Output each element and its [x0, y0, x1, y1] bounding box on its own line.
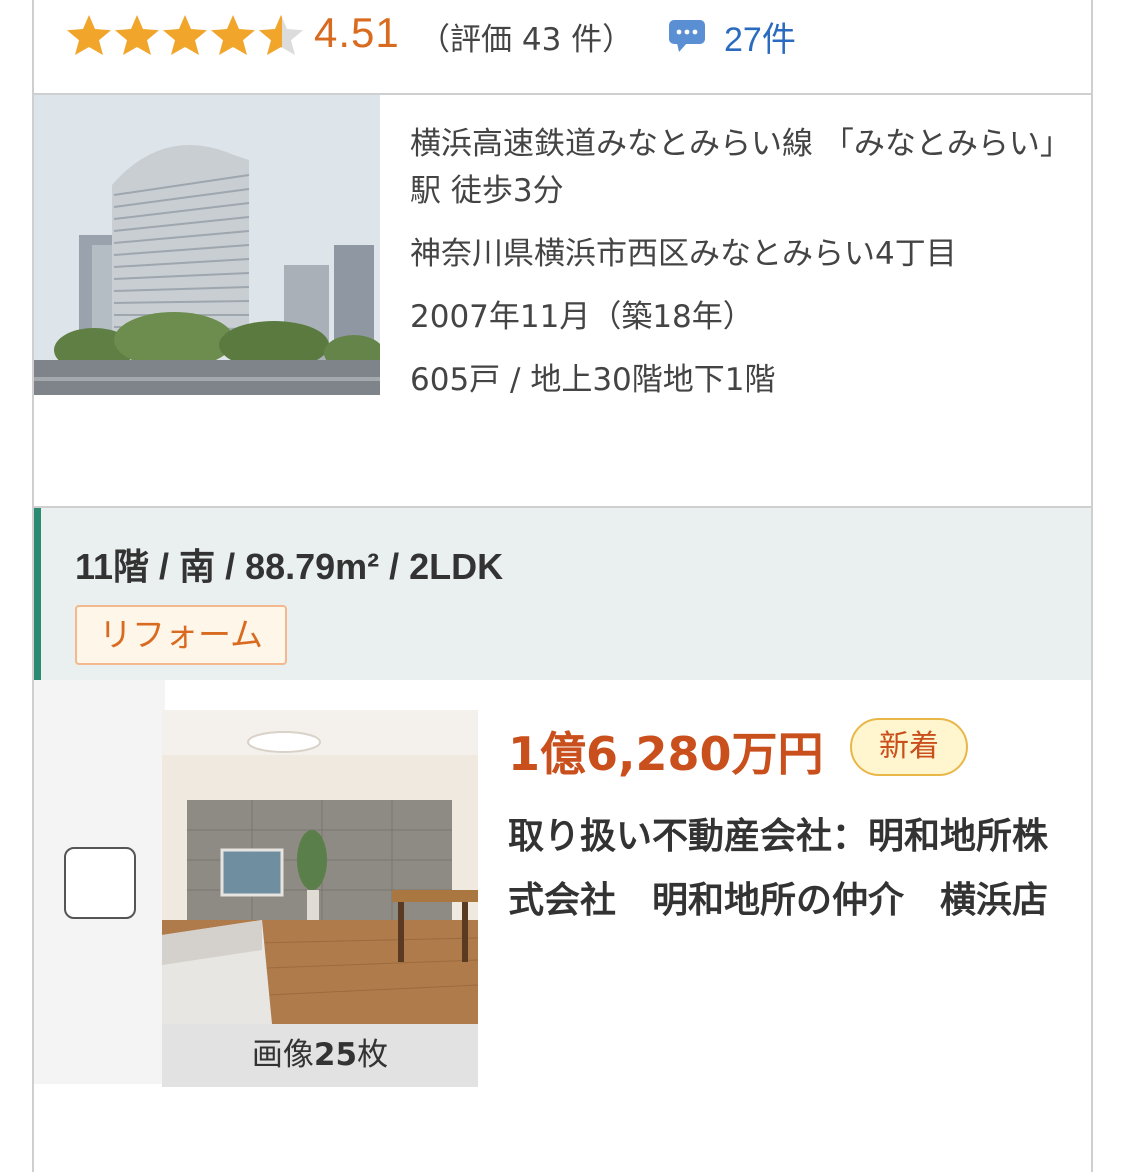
price[interactable]: 1億6,280万円 — [508, 718, 824, 784]
room-photo[interactable] — [162, 710, 478, 1024]
half-star-icon — [259, 15, 303, 55]
rating-count: （評価 43 件） — [419, 22, 634, 58]
building-photo[interactable] — [34, 95, 380, 395]
photo-count-caption: 画像25枚 — [162, 1024, 478, 1087]
address: 神奈川県横浜市西区みなとみらい4丁目 — [410, 236, 957, 272]
unit-header[interactable]: 11階 / 南 / 88.79m² / 2LDK リフォーム — [34, 508, 1091, 680]
select-checkbox[interactable] — [64, 847, 136, 919]
unit-title: 11階 / 南 / 88.79m² / 2LDK — [75, 546, 504, 587]
units-floors: 605戸 / 地上30階地下1階 — [410, 362, 776, 398]
speech-bubble-icon[interactable] — [667, 18, 707, 54]
star-rating — [64, 13, 304, 57]
star-icon — [163, 15, 207, 55]
new-badge: 新着 — [850, 718, 968, 776]
star-icon — [211, 15, 255, 55]
station-access: 横浜高速鉄道みなとみらい線 「みなとみらい」駅 徒歩3分 — [410, 126, 1056, 209]
checkbox-column — [34, 680, 165, 1084]
star-icon — [67, 15, 111, 55]
agent-name: 取り扱い不動産会社：明和地所株式会社 明和地所の仲介 横浜店 — [508, 816, 1049, 921]
building-info: 横浜高速鉄道みなとみらい線 「みなとみらい」駅 徒歩3分 神奈川県横浜市西区みな… — [34, 95, 1091, 508]
review-count-link[interactable]: 27件 — [724, 12, 796, 61]
reform-tag: リフォーム — [75, 605, 288, 665]
rating-score: 4.51 — [314, 9, 400, 56]
rating-row: 4.51 （評価 43 件） 27件 — [34, 0, 1091, 95]
built-date: 2007年11月（築18年） — [410, 299, 754, 335]
star-icon — [115, 15, 159, 55]
building-details: 横浜高速鉄道みなとみらい線 「みなとみらい」駅 徒歩3分 神奈川県横浜市西区みな… — [410, 121, 1070, 404]
photo-count: 25 — [313, 1037, 358, 1073]
photo-caption-suffix: 枚 — [357, 1037, 389, 1073]
photo-caption-prefix: 画像 — [251, 1037, 314, 1073]
